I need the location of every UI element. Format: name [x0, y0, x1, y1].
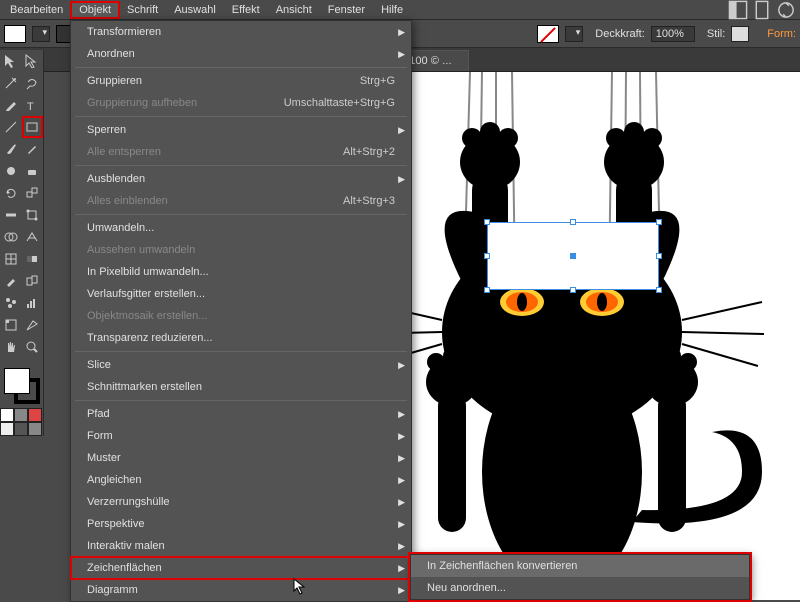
tool-pen[interactable]: [0, 94, 22, 116]
tool-blend[interactable]: [22, 270, 44, 292]
tool-paintbrush[interactable]: [0, 138, 22, 160]
svg-text:T: T: [27, 101, 34, 112]
menu-item[interactable]: Sperren▶: [71, 119, 411, 141]
menu-item[interactable]: Muster▶: [71, 447, 411, 469]
menu-item[interactable]: Transformieren▶: [71, 21, 411, 43]
menu-item[interactable]: Interaktiv malen▶: [71, 535, 411, 557]
sync-icon[interactable]: [776, 1, 796, 19]
tool-type[interactable]: T: [22, 94, 44, 116]
menu-item[interactable]: Diagramm▶: [71, 579, 411, 601]
menu-bearbeiten[interactable]: Bearbeiten: [2, 2, 71, 18]
menu-item: Alles einblendenAlt+Strg+3: [71, 190, 411, 212]
submenu-item[interactable]: Neu anordnen...: [411, 577, 749, 599]
tool-eyedropper[interactable]: [0, 270, 22, 292]
menu-item[interactable]: Zeichenflächen▶: [71, 557, 411, 579]
submenu-item[interactable]: In Zeichenflächen konvertieren: [411, 555, 749, 577]
menu-item[interactable]: Perspektive▶: [71, 513, 411, 535]
tool-perspective-grid[interactable]: [22, 226, 44, 248]
tool-mesh[interactable]: [0, 248, 22, 270]
objekt-dropdown: Transformieren▶Anordnen▶ GruppierenStrg+G…: [70, 20, 412, 602]
color-mode-swatch[interactable]: [14, 422, 28, 436]
menu-item[interactable]: In Pixelbild umwandeln...: [71, 261, 411, 283]
menu-item: Gruppierung aufhebenUmschalttaste+Strg+G: [71, 92, 411, 114]
fill-stroke-control[interactable]: [0, 364, 44, 408]
menu-auswahl[interactable]: Auswahl: [166, 2, 224, 18]
tool-slice[interactable]: [22, 314, 44, 336]
opacity-label: Deckkraft:: [595, 28, 645, 40]
tool-scale[interactable]: [22, 182, 44, 204]
menu-hilfe[interactable]: Hilfe: [373, 2, 411, 18]
selection-bounds[interactable]: [487, 222, 659, 290]
toolbox: T: [0, 50, 44, 436]
color-mode-swatch[interactable]: [0, 422, 14, 436]
menu-fenster[interactable]: Fenster: [320, 2, 373, 18]
tool-direct-selection[interactable]: [22, 50, 44, 72]
nofill-dropdown[interactable]: [565, 26, 583, 42]
color-mode-swatch[interactable]: [0, 408, 14, 422]
menu-item: Alle entsperrenAlt+Strg+2: [71, 141, 411, 163]
tool-column-graph[interactable]: [22, 292, 44, 314]
tool-selection[interactable]: [0, 50, 22, 72]
tool-free-transform[interactable]: [22, 204, 44, 226]
tool-line[interactable]: [0, 116, 22, 138]
menu-item[interactable]: Verlaufsgitter erstellen...: [71, 283, 411, 305]
tool-blob[interactable]: [0, 160, 22, 182]
opacity-value[interactable]: 100%: [651, 26, 695, 42]
menu-item[interactable]: Slice▶: [71, 354, 411, 376]
color-mode-row: [0, 408, 44, 436]
color-mode-swatch[interactable]: [28, 408, 42, 422]
tool-rectangle[interactable]: [22, 116, 44, 138]
tool-artboard[interactable]: [0, 314, 22, 336]
menu-schrift[interactable]: Schrift: [119, 2, 166, 18]
menu-item[interactable]: Ausblenden▶: [71, 168, 411, 190]
tool-width[interactable]: [0, 204, 22, 226]
zeichenflaechen-submenu: In Zeichenflächen konvertierenNeu anordn…: [410, 554, 750, 600]
menu-item[interactable]: Pfad▶: [71, 403, 411, 425]
menu-item[interactable]: Form▶: [71, 425, 411, 447]
menu-item[interactable]: Umwandeln...: [71, 217, 411, 239]
tool-rotate[interactable]: [0, 182, 22, 204]
tool-gradient[interactable]: [22, 248, 44, 270]
tool-symbol-sprayer[interactable]: [0, 292, 22, 314]
fill-swatch[interactable]: [4, 25, 26, 43]
menubar: Bearbeiten Objekt Schrift Auswahl Effekt…: [0, 0, 800, 20]
doc-icon[interactable]: [752, 1, 772, 19]
style-dropdown[interactable]: [731, 26, 749, 42]
menu-item: Objektmosaik erstellen...: [71, 305, 411, 327]
menu-item[interactable]: Schnittmarken erstellen: [71, 376, 411, 398]
tool-lasso[interactable]: [22, 72, 44, 94]
tool-zoom[interactable]: [22, 336, 44, 358]
menu-item[interactable]: GruppierenStrg+G: [71, 70, 411, 92]
menu-objekt[interactable]: Objekt: [71, 2, 119, 18]
fill-dropdown[interactable]: [32, 26, 50, 42]
nofill-swatch[interactable]: [537, 25, 559, 43]
menu-item[interactable]: Anordnen▶: [71, 43, 411, 65]
color-mode-swatch[interactable]: [28, 422, 42, 436]
cursor-icon: [293, 578, 307, 596]
tool-hand[interactable]: [0, 336, 22, 358]
menu-effekt[interactable]: Effekt: [224, 2, 268, 18]
tool-shape-builder[interactable]: [0, 226, 22, 248]
tool-eraser[interactable]: [22, 160, 44, 182]
tool-pencil[interactable]: [22, 138, 44, 160]
menu-ansicht[interactable]: Ansicht: [268, 2, 320, 18]
layout-icon[interactable]: [728, 1, 748, 19]
menu-item[interactable]: Verzerrungshülle▶: [71, 491, 411, 513]
form-link[interactable]: Form:: [767, 28, 796, 40]
tool-magic-wand[interactable]: [0, 72, 22, 94]
menu-item: Aussehen umwandeln: [71, 239, 411, 261]
menu-item[interactable]: Transparenz reduzieren...: [71, 327, 411, 349]
style-label: Stil:: [707, 28, 725, 40]
color-mode-swatch[interactable]: [14, 408, 28, 422]
menu-item[interactable]: Angleichen▶: [71, 469, 411, 491]
